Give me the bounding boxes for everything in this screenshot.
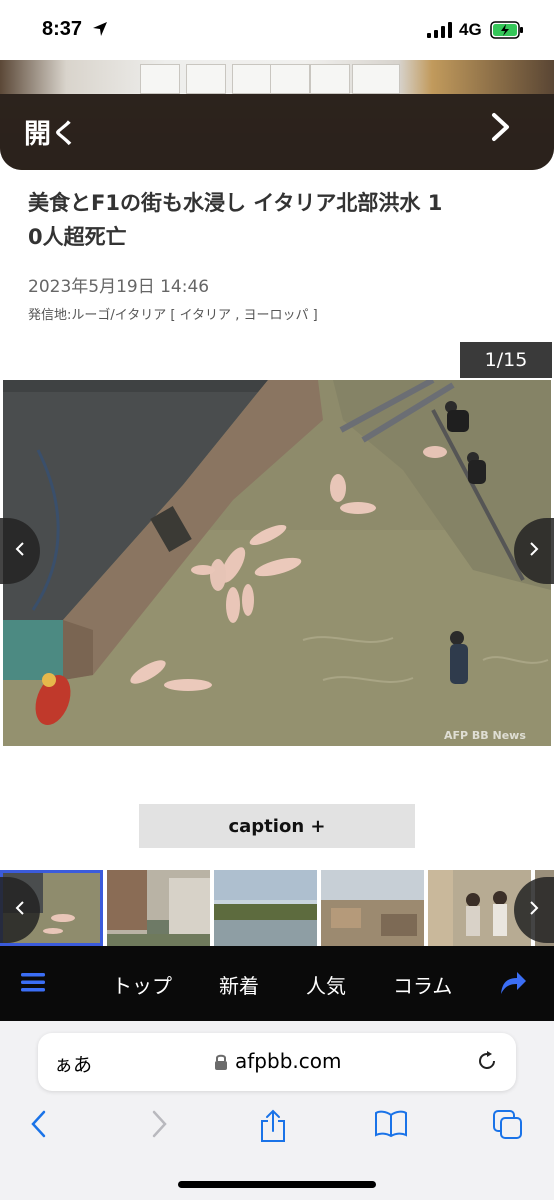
home-indicator <box>178 1181 376 1188</box>
article-title-line-1: 美食とF1の街も水浸し イタリア北部洪水 1 <box>28 191 443 215</box>
signal-bars-icon <box>427 22 453 42</box>
location-arrow-icon <box>92 21 108 41</box>
caption-toggle-button[interactable]: caption + <box>139 804 415 848</box>
status-time: 8:37 <box>42 18 83 40</box>
status-bar: 8:37 4G <box>0 0 554 60</box>
main-photo[interactable] <box>3 380 551 746</box>
nav-item-top[interactable]: トップ <box>112 970 172 999</box>
article-title-line-2: 0人超死亡 <box>28 225 127 249</box>
back-icon[interactable] <box>28 1109 50 1143</box>
reload-icon[interactable] <box>475 1049 499 1077</box>
photo-watermark: AFP BB News <box>444 729 526 742</box>
share-arrow-icon[interactable] <box>498 968 528 1000</box>
chevron-right-icon <box>528 541 540 561</box>
battery-charging-icon <box>490 20 524 44</box>
nav-item-popular[interactable]: 人気 <box>306 970 346 999</box>
chevron-left-icon <box>14 900 26 920</box>
thumbnail-3[interactable] <box>214 870 317 946</box>
site-navigation: トップ 新着 人気 コラム <box>0 946 554 1021</box>
bookmarks-icon[interactable] <box>374 1109 408 1143</box>
chevron-right-icon <box>528 900 540 920</box>
article-title: 美食とF1の街も水浸し イタリア北部洪水 1 0人超死亡 <box>28 186 528 254</box>
chevron-left-icon <box>14 541 26 561</box>
thumbnail-2[interactable] <box>107 870 210 946</box>
reader-options-button[interactable]: ぁあ <box>54 1050 92 1077</box>
nav-item-column[interactable]: コラム <box>393 970 452 999</box>
network-type: 4G <box>459 20 482 39</box>
tabs-icon[interactable] <box>492 1109 524 1145</box>
share-icon[interactable] <box>258 1109 288 1147</box>
banner-overlay <box>0 94 554 170</box>
nav-item-new[interactable]: 新着 <box>219 970 259 999</box>
banner-image <box>0 60 554 94</box>
article-dateline: 発信地:ルーゴ/イタリア [ イタリア , ヨーロッパ ] <box>28 308 318 323</box>
article-date: 2023年5月19日 14:46 <box>28 277 210 297</box>
hamburger-menu-icon[interactable] <box>20 970 46 998</box>
open-label[interactable]: 開く <box>24 112 78 151</box>
forward-icon[interactable] <box>148 1109 170 1143</box>
chevron-right-icon[interactable] <box>488 112 514 146</box>
lock-icon <box>214 1053 228 1075</box>
thumbnail-strip <box>0 870 554 946</box>
url-text: afpbb.com <box>235 1049 342 1073</box>
top-banner[interactable]: 開く <box>0 60 554 170</box>
photo-counter: 1/15 <box>460 342 552 378</box>
address-bar[interactable]: ぁあ afpbb.com <box>38 1033 516 1091</box>
browser-chrome: ぁあ afpbb.com <box>0 1021 554 1200</box>
thumbnail-4[interactable] <box>321 870 424 946</box>
